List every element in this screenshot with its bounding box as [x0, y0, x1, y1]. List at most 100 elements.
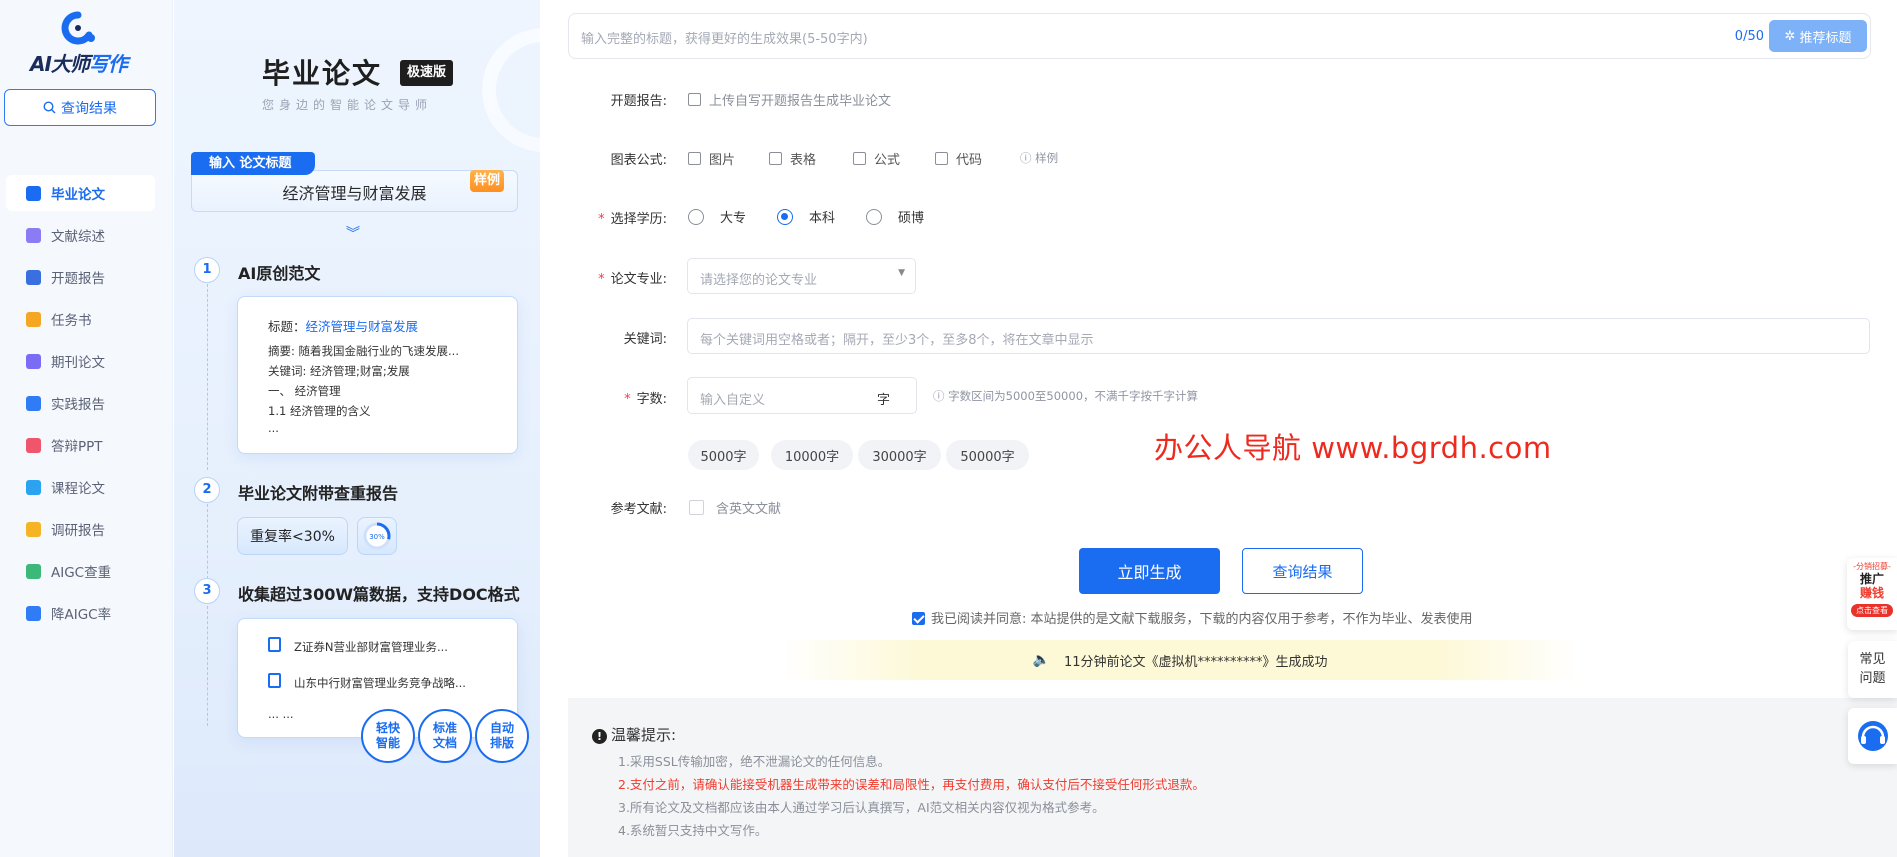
promo-title: 毕业论文 — [262, 57, 383, 90]
tip-item-warning: 2.支付之前，请确认能接受机器生成带来的误差和局限性，再支付费用，确认支付后不接… — [618, 777, 1205, 792]
card-abstract: 摘要: 随着我国金融行业的飞速发展... — [268, 344, 459, 358]
duplicate-rate-pill: 重复率<30% — [237, 517, 348, 555]
sidebar-item-label: 实践报告 — [51, 397, 105, 413]
proposal-checkbox[interactable]: 上传自写开题报告生成毕业论文 — [688, 90, 891, 109]
sidebar-item[interactable]: 调研报告 — [6, 511, 155, 547]
sidebar-item[interactable]: 降AIGC率 — [6, 595, 155, 631]
logo-icon — [61, 11, 95, 45]
sidebar-item-label: 期刊论文 — [51, 355, 105, 371]
sidebar-item[interactable]: 课程论文 — [6, 469, 155, 505]
edu-radio-college[interactable]: 大专 — [688, 207, 746, 226]
sparkle-icon: ✲ — [1784, 28, 1796, 44]
wordcount-label: * 字数: — [624, 392, 667, 407]
sidebar-item-label: 开题报告 — [51, 271, 105, 287]
duplicate-rate-ring: 30% — [357, 517, 397, 555]
generate-button[interactable]: 立即生成 — [1079, 548, 1220, 594]
wordcount-placeholder: 输入自定义 — [700, 393, 766, 408]
sidebar-item-label: 文献综述 — [51, 229, 105, 245]
recommend-title-label: 推荐标题 — [1799, 30, 1852, 46]
wordcount-preset-30000[interactable]: 30000字 — [858, 440, 941, 470]
card-title-label: 标题： — [268, 319, 306, 334]
promo-badge: 极速版 — [400, 60, 454, 86]
headset-icon — [1858, 721, 1888, 751]
caret-down-icon: ▼ — [898, 268, 905, 278]
step-line — [207, 606, 208, 726]
tip-item: 4.系统暂只支持中文写作。 — [618, 823, 768, 838]
edu-label: * 选择学历: — [598, 212, 667, 227]
wordcount-preset-5000[interactable]: 5000字 — [688, 440, 759, 470]
faq-float-button[interactable]: 常见问题 — [1848, 641, 1897, 698]
main-form: 输入完整的标题，获得更好的生成效果(5-50字内) 0/50 ✲ 推荐标题 开题… — [540, 0, 1897, 857]
card-more: ... — [268, 421, 279, 435]
tips-panel: ! 温馨提示: 1.采用SSL传输加密，绝不泄漏论文的任何信息。 2.支付之前，请… — [568, 698, 1897, 857]
title-input[interactable]: 输入完整的标题，获得更好的生成效果(5-50字内) 0/50 ✲ 推荐标题 — [568, 13, 1871, 59]
speaker-icon: 🔈 — [1032, 652, 1050, 668]
sidebar-item-label: 答辩PPT — [51, 439, 103, 455]
sample-tag: 样例 — [470, 170, 504, 192]
sidebar-item-label: 降AIGC率 — [51, 607, 112, 623]
sample-title-text: 经济管理与财富发展 — [282, 184, 427, 203]
sidebar-query-button[interactable]: 查询结果 — [4, 89, 156, 126]
sidebar-item[interactable]: 期刊论文 — [6, 343, 155, 379]
chart-checkbox-formula[interactable]: 公式 — [853, 149, 900, 168]
wordcount-preset-50000[interactable]: 50000字 — [946, 440, 1029, 470]
keyword-input[interactable]: 每个关键词用空格或者；隔开，至少3个，至多8个，将在文章中显示 — [687, 318, 1870, 354]
book-icon — [268, 673, 281, 688]
sidebar-item[interactable]: 任务书 — [6, 301, 155, 337]
step-number: 1 — [194, 257, 220, 283]
sidebar-item[interactable]: 开题报告 — [6, 259, 155, 295]
recommend-title-button[interactable]: ✲ 推荐标题 — [1769, 20, 1867, 52]
card-keywords: 关键词: 经济管理;财富;发展 — [268, 364, 410, 378]
agreement-text: 我已阅读并同意: 本站提供的是文献下载服务，下载的内容仅用于参考，不作为毕业、发… — [931, 612, 1473, 627]
card-title-value: 经济管理与财富发展 — [305, 319, 419, 334]
tip-item: 1.采用SSL传输加密，绝不泄漏论文的任何信息。 — [618, 754, 891, 769]
task-icon — [26, 311, 41, 327]
sample-tab: 输入 论文标题 — [191, 152, 315, 175]
source-item: Z证券N营业部财富管理业务... — [294, 640, 448, 654]
journal-icon — [26, 353, 41, 369]
notice-text: 11分钟前论文《虚拟机**********》生成成功 — [1063, 654, 1328, 670]
customer-service-button[interactable] — [1848, 708, 1897, 764]
major-select[interactable]: 请选择您的论文专业 ▼ — [687, 258, 916, 294]
sidebar-item[interactable]: AIGC查重 — [6, 553, 155, 589]
sidebar: AI大师写作 查询结果 毕业论文 文献综述 开题报告 任务书 期刊论文 实践报告 答辩PPT… — [0, 0, 173, 857]
reference-checkbox[interactable]: 含英文文献 — [689, 498, 781, 517]
aigc-reduce-icon — [26, 605, 41, 621]
aigc-check-icon — [26, 563, 41, 579]
search-icon — [43, 101, 56, 114]
promo-float-button[interactable]: -分销招募- 推广 赚钱 点击查看 — [1847, 558, 1897, 630]
reference-label: 参考文献: — [610, 502, 667, 517]
edu-radio-bachelor[interactable]: 本科 — [777, 207, 835, 226]
chart-sample-link[interactable]: ⓘ 样例 — [1020, 150, 1058, 166]
wordcount-input[interactable]: 输入自定义 字 — [687, 377, 917, 414]
sidebar-item[interactable]: 文献综述 — [6, 217, 155, 253]
agreement: 我已阅读并同意: 本站提供的是文献下载服务，下载的内容仅用于参考，不作为毕业、发… — [912, 608, 1473, 627]
chart-checkbox-code[interactable]: 代码 — [935, 149, 982, 168]
book-icon — [268, 637, 281, 652]
tip-item: 3.所有论文及文档都应该由本人通过学习后认真撰写，AI范文相关内容仅视为格式参考… — [618, 800, 1105, 815]
query-result-button[interactable]: 查询结果 — [1242, 548, 1363, 594]
course-icon — [26, 479, 41, 495]
feature-badge: 标准文档 — [418, 709, 472, 763]
exclamation-icon: ! — [592, 729, 607, 744]
wordcount-preset-10000[interactable]: 10000字 — [771, 440, 853, 470]
major-label: * 论文专业: — [598, 272, 667, 287]
sidebar-item[interactable]: 实践报告 — [6, 385, 155, 421]
feature-badge: 自动排版 — [475, 709, 529, 763]
card-heading-1: 一、 经济管理 — [268, 384, 341, 398]
info-icon: ⓘ — [933, 389, 949, 403]
chart-checkbox-image[interactable]: 图片 — [688, 149, 735, 168]
double-chevron-down-icon: ︾ — [346, 226, 360, 242]
sidebar-item[interactable]: 答辩PPT — [6, 427, 155, 463]
sidebar-item[interactable]: 毕业论文 — [6, 175, 155, 211]
promo-panel: 毕业论文 极速版 您身边的智能论文导师 输入 论文标题 经济管理与财富发展 样例… — [174, 0, 540, 857]
wordcount-hint: ⓘ 字数区间为5000至50000，不满千字按千字计算 — [933, 389, 1199, 403]
feature-badge: 轻快智能 — [361, 709, 415, 763]
chart-label: 图表公式: — [610, 153, 667, 168]
chart-checkbox-table[interactable]: 表格 — [769, 149, 816, 168]
edu-radio-master[interactable]: 硕博 — [866, 207, 924, 226]
source-item: 山东中行财富管理业务竞争战略... — [294, 676, 466, 690]
agreement-checkbox[interactable] — [912, 612, 925, 625]
sample-paper-card: 标题：经济管理与财富发展 摘要: 随着我国金融行业的飞速发展... 关键词: 经… — [237, 296, 518, 454]
source-more: ... ... — [268, 707, 294, 721]
